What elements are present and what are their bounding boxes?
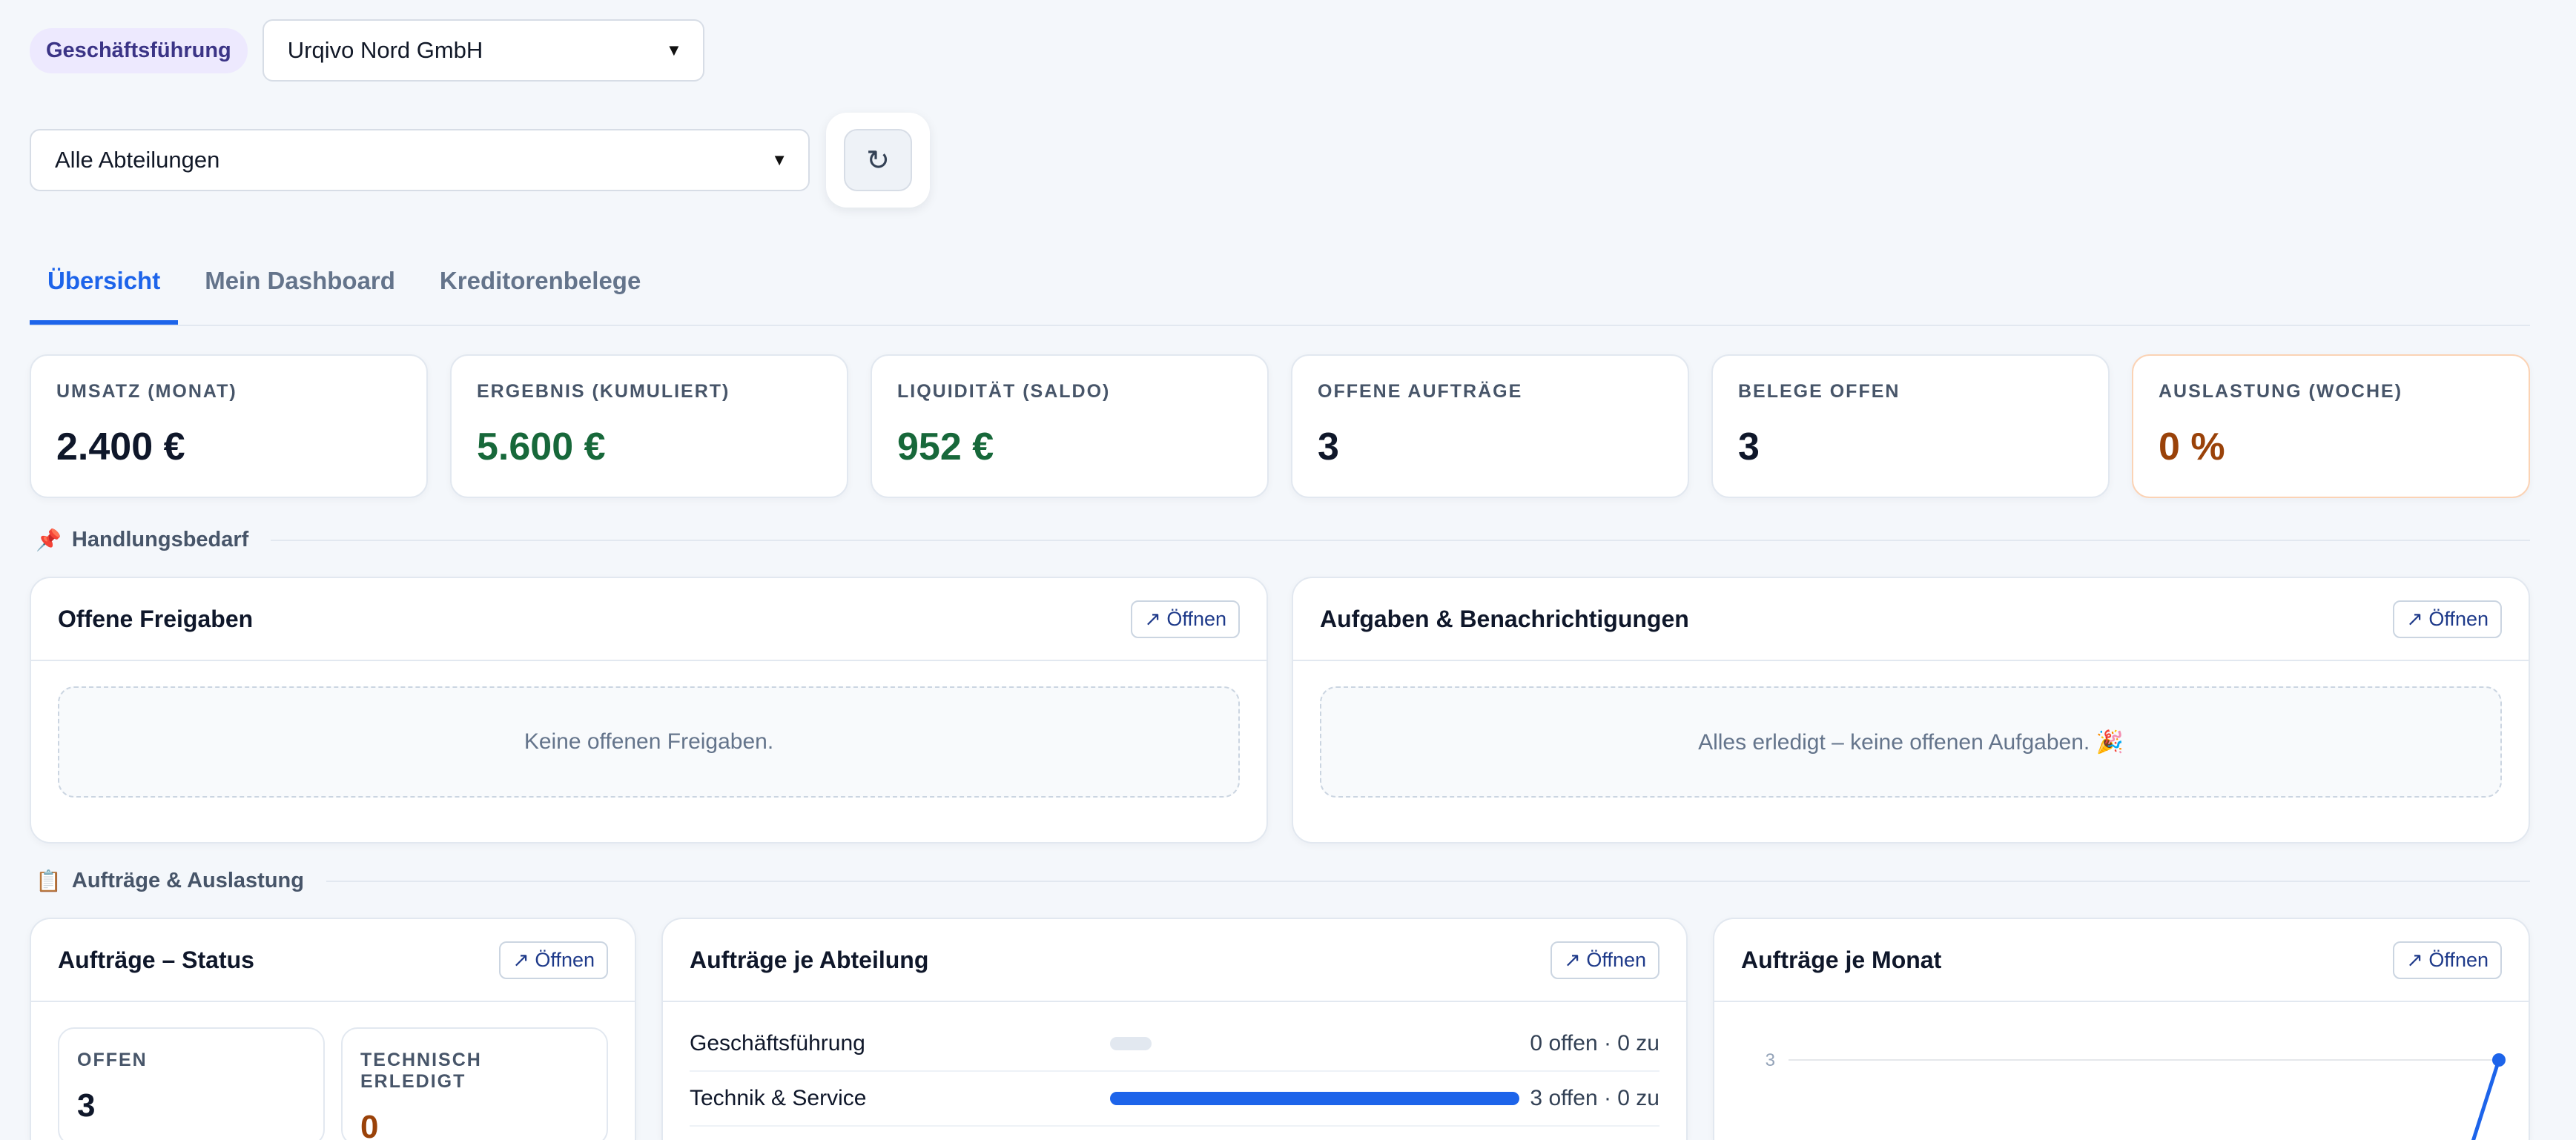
open-button[interactable]: ↗ Öffnen <box>2393 600 2502 638</box>
list-item: Technik & Service 3 offen · 0 zu <box>690 1072 1659 1127</box>
chevron-down-icon: ▼ <box>665 41 682 59</box>
status-box-open: OFFEN 3 <box>58 1027 325 1140</box>
department-name: Technik & Service <box>690 1086 867 1110</box>
department-list: Geschäftsführung 0 offen · 0 zu Technik … <box>663 1002 1686 1127</box>
panel-title: Aufträge – Status <box>58 946 254 973</box>
panel-orders-by-department: Aufträge je Abteilung ↗ Öffnen Geschäfts… <box>661 918 1688 1140</box>
kpi-value: 0 % <box>2159 425 2225 468</box>
kpi-label: BELEGE OFFEN <box>1738 381 1900 402</box>
status-value: 0 <box>360 1109 379 1140</box>
kpi-label: ERGEBNIS (KUMULIERT) <box>477 381 730 402</box>
section-title: Handlungsbedarf <box>71 528 249 551</box>
open-button[interactable]: ↗ Öffnen <box>2393 941 2502 979</box>
status-label: OFFEN <box>77 1050 148 1070</box>
top-filters: Geschäftsführung Urqivo Nord GmbH ▼ <box>30 19 2530 82</box>
status-label: TECHNISCH ERLEDIGT <box>360 1050 482 1092</box>
section-header-orders: 📋 Aufträge & Auslastung <box>36 869 2530 893</box>
department-bar-track <box>1109 1092 1519 1105</box>
list-item: Geschäftsführung 0 offen · 0 zu <box>690 1017 1659 1072</box>
role-badge: Geschäftsführung <box>30 27 248 73</box>
kpi-value: 3 <box>1738 425 1760 468</box>
kpi-card-result: ERGEBNIS (KUMULIERT) 5.600 € <box>450 354 848 498</box>
orders-month-chart: 3 <box>1766 1050 2506 1140</box>
panel-order-status: Aufträge – Status ↗ Öffnen OFFEN 3 TECHN… <box>30 918 636 1140</box>
empty-state: Keine offenen Freigaben. <box>58 686 1240 798</box>
tab-overview[interactable]: Übersicht <box>30 242 179 325</box>
panel-header: Aufträge je Monat ↗ Öffnen <box>1714 919 2529 1002</box>
kpi-card-revenue: UMSATZ (MONAT) 2.400 € <box>30 354 428 498</box>
section-header-action: 📌 Handlungsbedarf <box>36 528 2530 552</box>
department-meta: 0 offen · 0 zu <box>1530 1031 1659 1056</box>
kpi-card-liquidity: LIQUIDITÄT (SALDO) 952 € <box>871 354 1269 498</box>
kpi-label: AUSLASTUNG (WOCHE) <box>2159 381 2403 402</box>
kpi-card-open-documents: BELEGE OFFEN 3 <box>1711 354 2110 498</box>
panel-title: Aufgaben & Benachrichtigungen <box>1320 605 1689 632</box>
series-line <box>2471 1059 2501 1140</box>
status-box-technically-done: TECHNISCH ERLEDIGT 0 <box>341 1027 608 1140</box>
open-button[interactable]: ↗ Öffnen <box>1131 600 1240 638</box>
panel-header: Offene Freigaben ↗ Öffnen <box>31 578 1266 661</box>
department-filter-row: Alle Abteilungen ▼ ↻ <box>30 113 2530 208</box>
empty-state: Alles erledigt – keine offenen Aufgaben.… <box>1320 686 2502 798</box>
panel-open-approvals: Offene Freigaben ↗ Öffnen Keine offenen … <box>30 577 1268 844</box>
tab-creditor-documents[interactable]: Kreditorenbelege <box>422 242 658 325</box>
kpi-value: 2.400 € <box>56 425 185 468</box>
tab-bar: Übersicht Mein Dashboard Kreditorenbeleg… <box>30 242 2530 326</box>
section-divider <box>326 880 2530 882</box>
panel-tasks-notifications: Aufgaben & Benachrichtigungen ↗ Öffnen A… <box>1292 577 2530 844</box>
kpi-label: UMSATZ (MONAT) <box>56 381 237 402</box>
department-select[interactable]: Alle Abteilungen ▼ <box>30 129 810 191</box>
page: Geschäftsführung Urqivo Nord GmbH ▼ Alle… <box>30 19 2530 1140</box>
refresh-icon: ↻ <box>866 145 890 176</box>
kpi-value: 952 € <box>897 425 994 468</box>
department-bar-fill <box>1109 1037 1152 1050</box>
panel-title: Offene Freigaben <box>58 605 254 632</box>
kpi-label: LIQUIDITÄT (SALDO) <box>897 381 1111 402</box>
department-meta: 3 offen · 0 zu <box>1530 1086 1659 1110</box>
department-name: Geschäftsführung <box>690 1031 865 1056</box>
kpi-value: 3 <box>1318 425 1339 468</box>
section-divider <box>271 539 2530 541</box>
status-boxes: OFFEN 3 TECHNISCH ERLEDIGT 0 <box>31 1002 635 1140</box>
kpi-label: OFFENE AUFTRÄGE <box>1318 381 1523 402</box>
kpi-row: UMSATZ (MONAT) 2.400 € ERGEBNIS (KUMULIE… <box>30 354 2530 498</box>
open-button[interactable]: ↗ Öffnen <box>1550 941 1659 979</box>
chevron-down-icon: ▼ <box>771 150 787 169</box>
data-point <box>2492 1053 2506 1067</box>
panel-header: Aufträge je Abteilung ↗ Öffnen <box>663 919 1686 1002</box>
tab-my-dashboard[interactable]: Mein Dashboard <box>187 242 413 325</box>
company-select[interactable]: Urqivo Nord GmbH ▼ <box>262 19 704 82</box>
section-title: Aufträge & Auslastung <box>71 869 304 892</box>
kpi-card-open-orders: OFFENE AUFTRÄGE 3 <box>1291 354 1689 498</box>
company-select-value: Urqivo Nord GmbH <box>287 37 483 63</box>
panel-title: Aufträge je Monat <box>1741 946 1942 973</box>
department-bar-track <box>1109 1037 1517 1050</box>
kpi-card-utilization: AUSLASTUNG (WOCHE) 0 % <box>2132 354 2530 498</box>
pin-icon: 📌 <box>36 528 62 551</box>
y-tick-label: 3 <box>1766 1050 1775 1070</box>
clipboard-icon: 📋 <box>36 869 62 892</box>
kpi-value: 5.600 € <box>477 425 606 468</box>
department-bar-fill <box>1109 1092 1519 1105</box>
panel-orders-by-month: Aufträge je Monat ↗ Öffnen 3 <box>1713 918 2530 1140</box>
panel-title: Aufträge je Abteilung <box>690 946 929 973</box>
department-select-value: Alle Abteilungen <box>55 147 220 173</box>
panel-header: Aufträge – Status ↗ Öffnen <box>31 919 635 1002</box>
refresh-button[interactable]: ↻ <box>844 129 912 191</box>
refresh-container: ↻ <box>826 113 930 208</box>
panel-header: Aufgaben & Benachrichtigungen ↗ Öffnen <box>1293 578 2529 661</box>
open-button[interactable]: ↗ Öffnen <box>499 941 608 979</box>
